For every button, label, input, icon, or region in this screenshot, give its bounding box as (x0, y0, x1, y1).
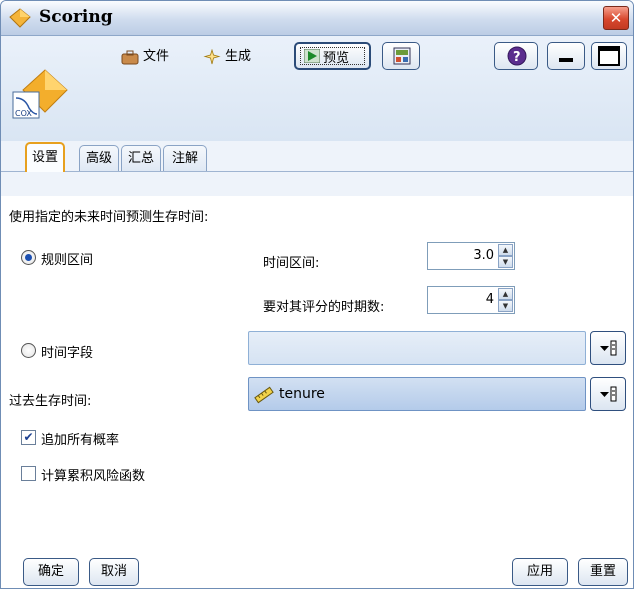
regular-intervals-radio[interactable] (21, 250, 36, 265)
tab-annotations[interactable]: 注解 (163, 145, 207, 171)
tab-strip: 设置 高级 汇总 注解 (1, 141, 633, 172)
regular-intervals-label: 规则区间 (41, 253, 94, 268)
time-field-picker-button[interactable] (590, 331, 626, 365)
append-probabilities-checkbox[interactable]: ✔ (21, 430, 36, 445)
toolbar: COX 文件 生成 预览 ? 设置 高级 汇总 注解 (1, 36, 633, 172)
past-survival-picker-button[interactable] (590, 377, 626, 411)
time-interval-value: 3.0 (473, 248, 494, 263)
export-table-icon (393, 47, 411, 65)
time-interval-label: 时间区间: (263, 256, 320, 271)
past-survival-field[interactable]: tenure (248, 377, 586, 411)
spin-up-icon[interactable]: ▲ (498, 244, 513, 256)
help-button[interactable]: ? (494, 42, 538, 70)
settings-panel: 使用指定的未来时间预测生存时间: 规则区间 时间区间: 3.0 ▲ ▼ 要对其评… (1, 196, 633, 588)
cox-node-icon: COX (12, 69, 68, 119)
ruler-icon (254, 386, 274, 404)
past-survival-label: 过去生存时间: (9, 394, 92, 409)
play-icon (304, 49, 320, 63)
spin-down-icon[interactable]: ▼ (498, 256, 513, 268)
time-field-radio[interactable] (21, 343, 36, 358)
scoring-dialog: Scoring ✕ COX 文件 生成 预览 ? 设置 高级 汇总 注解 使用指… (0, 0, 634, 589)
field-picker-icon (600, 386, 617, 402)
time-interval-spinner[interactable]: 3.0 ▲ ▼ (427, 242, 515, 270)
menu-generate-label: 生成 (225, 49, 252, 64)
past-survival-value: tenure (279, 386, 325, 402)
spin-up-icon[interactable]: ▲ (498, 288, 513, 300)
help-icon: ? (507, 46, 527, 66)
cumulative-hazard-checkbox[interactable] (21, 466, 36, 481)
spin-down-icon[interactable]: ▼ (498, 300, 513, 312)
time-field-input[interactable] (248, 331, 586, 365)
periods-label: 要对其评分的时期数: (263, 300, 385, 315)
cancel-button[interactable]: 取消 (89, 558, 139, 586)
tab-summary[interactable]: 汇总 (121, 145, 161, 171)
append-probabilities-label: 追加所有概率 (41, 433, 120, 448)
svg-text:COX: COX (15, 109, 32, 118)
tab-advanced[interactable]: 高级 (79, 145, 119, 171)
minimize-button[interactable] (547, 42, 585, 70)
maximize-icon (598, 46, 620, 66)
cumulative-hazard-label: 计算累积风险函数 (41, 469, 146, 484)
field-picker-icon (600, 340, 617, 356)
reset-button[interactable]: 重置 (578, 558, 628, 586)
preview-label: 预览 (323, 50, 350, 66)
menu-file-label: 文件 (143, 49, 170, 64)
close-button[interactable]: ✕ (603, 6, 629, 30)
ok-button[interactable]: 确定 (23, 558, 79, 586)
periods-spinner[interactable]: 4 ▲ ▼ (427, 286, 515, 314)
predict-heading: 使用指定的未来时间预测生存时间: (9, 210, 209, 225)
briefcase-icon (121, 50, 139, 65)
node-diamond-icon (9, 8, 31, 28)
preview-button[interactable]: 预览 (294, 42, 371, 70)
title-bar[interactable]: Scoring ✕ (1, 1, 633, 36)
menu-file[interactable]: 文件 (121, 46, 169, 68)
window-title: Scoring (39, 7, 113, 27)
sparkle-icon (203, 49, 221, 65)
svg-text:?: ? (513, 50, 521, 65)
tab-settings[interactable]: 设置 (25, 142, 65, 172)
apply-button[interactable]: 应用 (512, 558, 568, 586)
periods-value: 4 (485, 292, 494, 307)
menu-generate[interactable]: 生成 (203, 46, 251, 68)
maximize-button[interactable] (591, 42, 627, 70)
minimize-icon (559, 58, 573, 62)
export-button[interactable] (382, 42, 420, 70)
time-field-label: 时间字段 (41, 346, 94, 361)
